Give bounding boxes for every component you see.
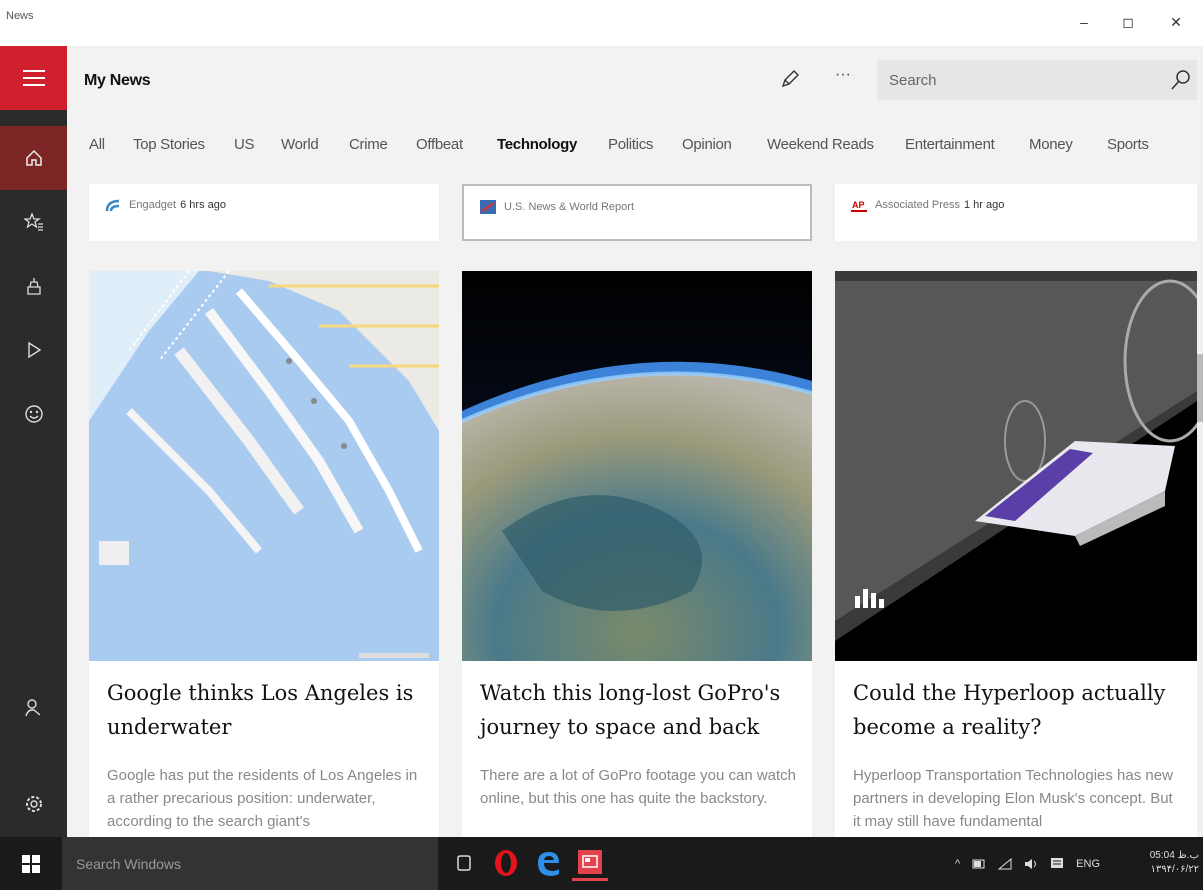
article-source: U.S. News & World Report: [504, 201, 635, 213]
news-feed: Engadget 6 hrs ago U.S. News & World Rep…: [67, 184, 1203, 837]
start-button[interactable]: [0, 837, 62, 890]
notifications-icon[interactable]: [1050, 857, 1064, 871]
minimize-button[interactable]: –: [1066, 8, 1102, 36]
nav-account[interactable]: [0, 676, 67, 740]
tab-weekend-reads[interactable]: Weekend Reads: [767, 136, 874, 153]
task-view-icon: [457, 855, 471, 871]
app-title: News: [6, 10, 34, 22]
scrollbar[interactable]: [1197, 354, 1203, 422]
article-time: 6 hrs ago: [180, 199, 226, 211]
clock-date: ۱۳۹۴/۰۶/۲۲: [1150, 864, 1199, 875]
home-icon: [25, 149, 42, 166]
clock-time: 05:04 ب.ظ: [1149, 850, 1199, 861]
favorites-icon: [23, 212, 43, 231]
tab-money[interactable]: Money: [1029, 136, 1073, 153]
tab-offbeat[interactable]: Offbeat: [416, 136, 463, 153]
windows-logo-icon: [22, 854, 40, 873]
tab-technology[interactable]: Technology: [497, 136, 577, 153]
interests-icon: [24, 405, 43, 423]
opera-icon: [495, 850, 517, 876]
local-icon: [26, 278, 41, 295]
tab-world[interactable]: World: [281, 136, 319, 153]
search-input[interactable]: [877, 60, 1167, 100]
settings-icon: [25, 796, 42, 812]
search-box: [877, 60, 1197, 100]
maximize-button[interactable]: ◻: [1110, 8, 1146, 36]
edit-button[interactable]: [775, 64, 805, 94]
article-card[interactable]: Google thinks Los Angeles is underwater …: [89, 271, 439, 837]
nav-settings[interactable]: [0, 772, 67, 836]
nav-favorites[interactable]: [0, 190, 67, 254]
article-headline: Watch this long-lost GoPro's journey to …: [480, 681, 781, 739]
page-title: My News: [84, 72, 151, 89]
network-icon[interactable]: [998, 857, 1012, 870]
taskbar-search: [62, 837, 438, 890]
article-snippet: There are a lot of GoPro footage you can…: [480, 767, 797, 807]
article-image: [89, 271, 439, 661]
article-card-top[interactable]: Engadget 6 hrs ago: [89, 184, 439, 241]
tab-politics[interactable]: Politics: [608, 136, 653, 153]
article-snippet: Hyperloop Transportation Technologies ha…: [853, 767, 1173, 830]
usnews-logo-icon: [480, 200, 496, 214]
hamburger-menu-button[interactable]: [0, 46, 67, 110]
tab-opinion[interactable]: Opinion: [682, 136, 732, 153]
taskbar: ^ ENG 05:04 ب.ظ ۱۳۹۴/۰۶/۲۲: [0, 837, 1203, 890]
tab-crime[interactable]: Crime: [349, 136, 388, 153]
taskbar-search-input[interactable]: [62, 837, 438, 890]
article-card-top[interactable]: U.S. News & World Report: [462, 184, 812, 241]
article-card[interactable]: Could the Hyperloop actually become a re…: [835, 271, 1197, 837]
tab-all[interactable]: All: [89, 136, 105, 153]
app-header: My News ··· All Top Stories US World Cri…: [67, 46, 1203, 184]
tab-top-stories[interactable]: Top Stories: [133, 136, 205, 153]
title-bar: News – ◻ ✕: [0, 0, 1203, 46]
article-snippet: Google has put the residents of Los Ange…: [107, 767, 418, 830]
clock[interactable]: 05:04 ب.ظ ۱۳۹۴/۰۶/۲۲: [1150, 849, 1199, 877]
news-app-icon: [578, 849, 602, 874]
edge-button[interactable]: [530, 845, 566, 881]
article-card[interactable]: Watch this long-lost GoPro's journey to …: [462, 271, 812, 837]
nav-home[interactable]: [0, 126, 67, 190]
search-icon[interactable]: [1169, 68, 1193, 92]
svg-text:AP: AP: [852, 200, 865, 210]
opera-button[interactable]: [488, 845, 524, 881]
article-headline: Could the Hyperloop actually become a re…: [853, 681, 1166, 739]
engadget-logo-icon: [105, 199, 120, 212]
close-button[interactable]: ✕: [1158, 8, 1194, 36]
article-card-top[interactable]: AP Associated Press 1 hr ago: [835, 184, 1197, 241]
hamburger-icon: [22, 77, 45, 79]
more-options-button[interactable]: ···: [835, 66, 851, 84]
nav-interests[interactable]: [0, 382, 67, 446]
system-tray: ^ ENG: [955, 837, 1100, 890]
chevron-up-icon[interactable]: ^: [955, 858, 960, 870]
article-image: [462, 271, 812, 661]
article-source: Associated Press: [875, 199, 960, 211]
volume-icon[interactable]: [1024, 858, 1038, 870]
category-tabs: All Top Stories US World Crime Offbeat T…: [67, 136, 1203, 166]
article-image: [835, 271, 1197, 661]
tab-us[interactable]: US: [234, 136, 255, 153]
video-icon: [27, 341, 41, 359]
tab-sports[interactable]: Sports: [1107, 136, 1149, 153]
nav-rail: [0, 46, 67, 837]
tab-entertainment[interactable]: Entertainment: [905, 136, 995, 153]
account-icon: [24, 699, 40, 717]
ap-logo-icon: AP: [851, 198, 867, 212]
nav-local[interactable]: [0, 254, 67, 318]
article-time: 1 hr ago: [963, 199, 1005, 211]
edge-icon: [538, 852, 559, 876]
article-source: Engadget: [129, 199, 177, 211]
nav-video[interactable]: [0, 318, 67, 382]
pencil-icon: [781, 70, 799, 88]
task-view-button[interactable]: [446, 845, 482, 881]
language-indicator[interactable]: ENG: [1076, 858, 1100, 870]
battery-icon[interactable]: [972, 858, 986, 870]
article-headline: Google thinks Los Angeles is underwater: [107, 681, 414, 739]
news-app-button[interactable]: [572, 845, 608, 881]
